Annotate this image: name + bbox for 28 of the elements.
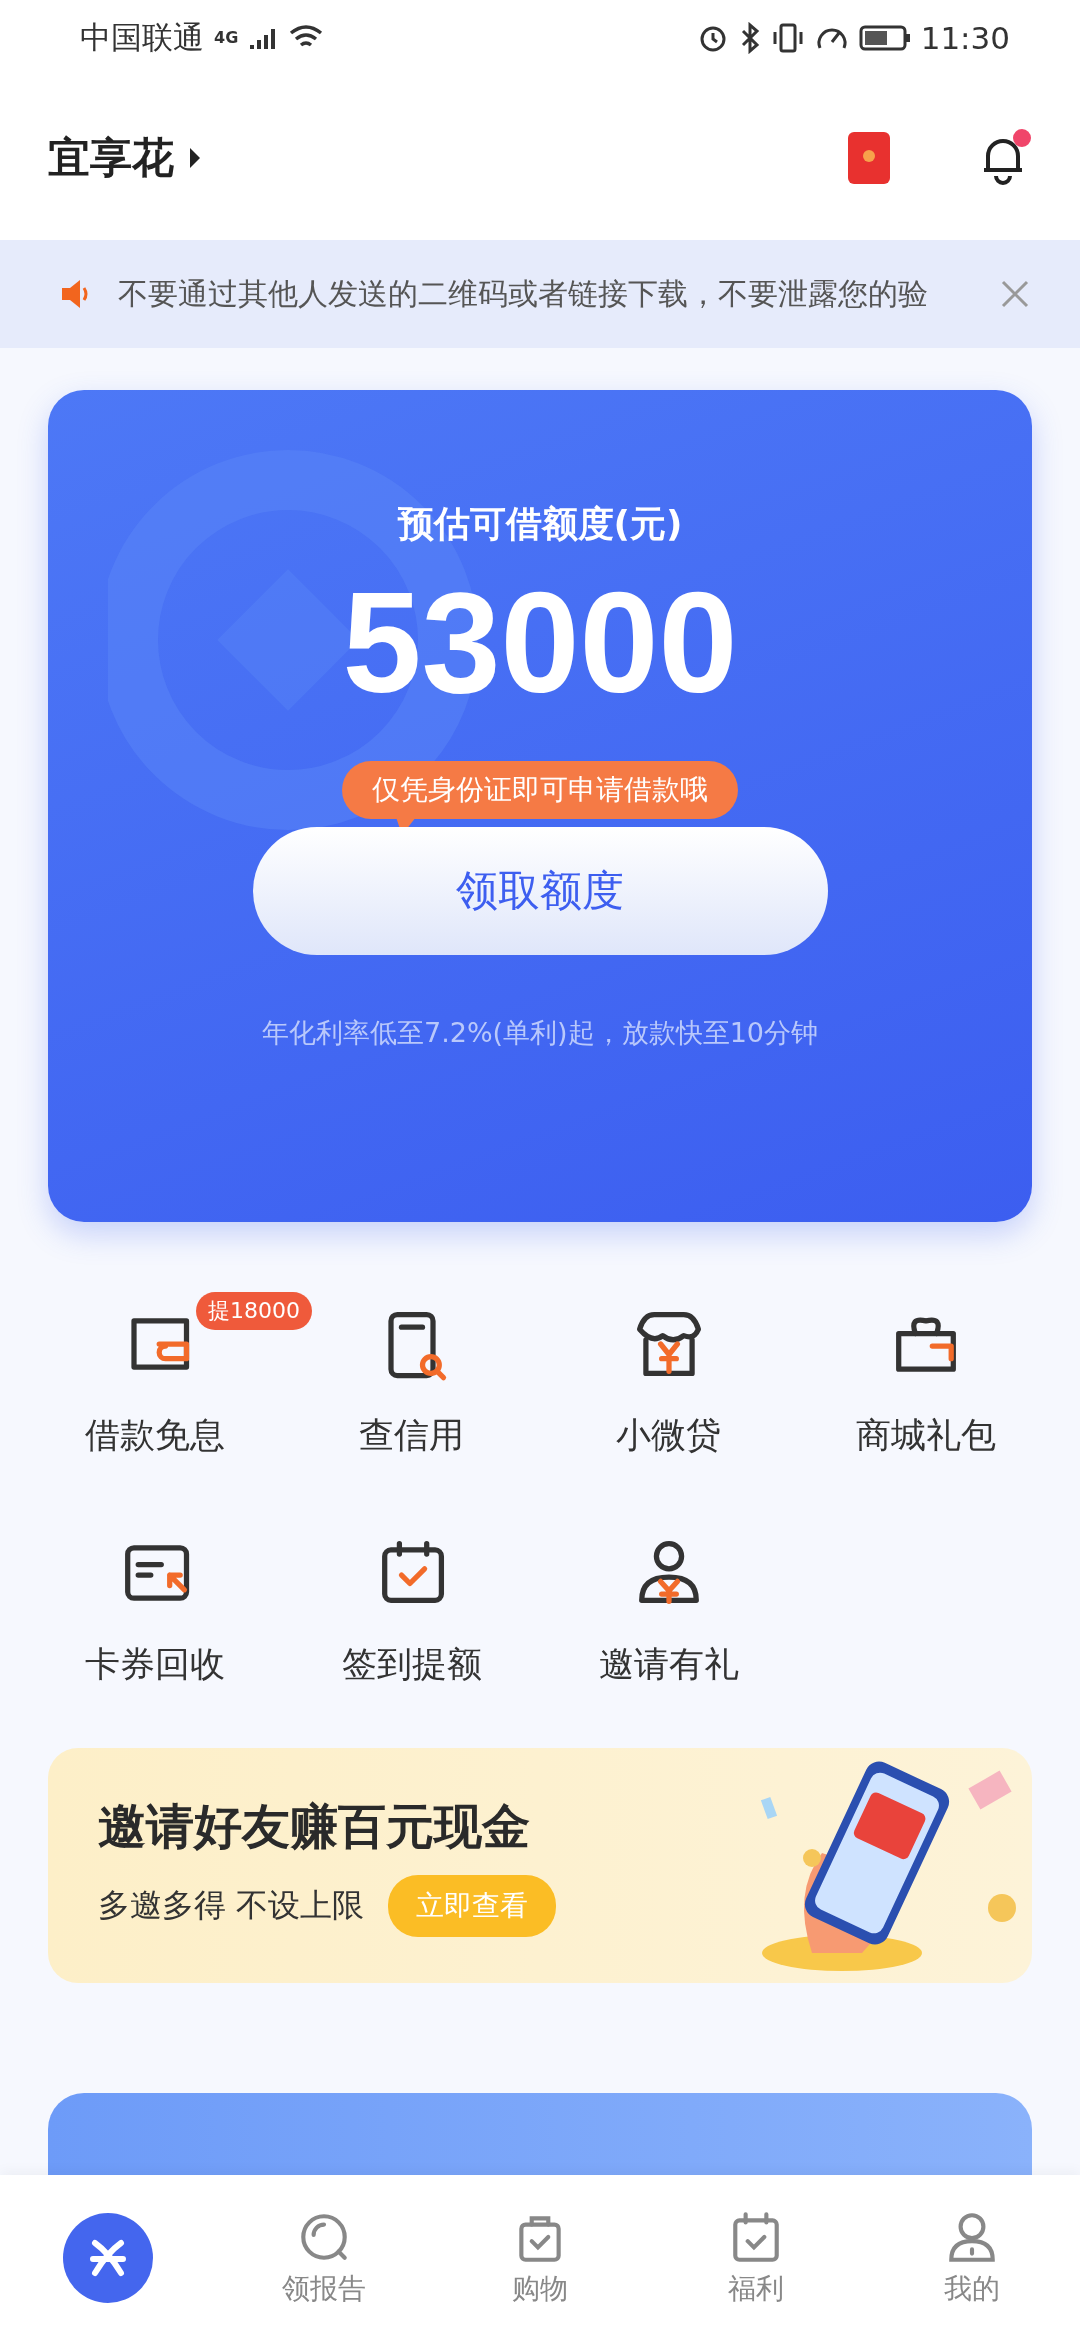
- app-title[interactable]: 宜享花: [48, 129, 174, 186]
- limit-badge: 提18000: [196, 1292, 312, 1330]
- service-label[interactable]: 小微贷: [616, 1412, 721, 1459]
- caret-icon[interactable]: [188, 145, 202, 170]
- nav-tab[interactable]: 购物: [460, 2207, 620, 2308]
- nav-tab[interactable]: 领报告: [244, 2207, 404, 2308]
- promo-banner[interactable]: 邀请好友赚百元现金 多邀多得 不设上限 立即查看: [48, 1748, 1032, 1983]
- carrier-name: 中国联通: [80, 17, 204, 57]
- service-label[interactable]: 商城礼包: [855, 1412, 996, 1459]
- notice-text: 不要通过其他人发送的二维码或者链接下载，不要泄露您的验: [118, 274, 929, 313]
- claim-button[interactable]: 领取额度: [252, 827, 828, 956]
- service-label[interactable]: 查信用: [359, 1412, 464, 1459]
- battery-icon: [858, 23, 911, 52]
- network-type: 4G: [214, 28, 239, 47]
- credit-amount: 53000: [342, 565, 738, 722]
- service-label[interactable]: 卡券回收: [84, 1641, 225, 1688]
- rate-note: 年化利率低至7.2%(单利)起，放款快至10分钟: [262, 1016, 818, 1051]
- clock-time: 11:30: [920, 19, 1010, 56]
- credit-title: 预估可借额度(元): [397, 502, 683, 546]
- promo-title: 邀请好友赚百元现金: [98, 1796, 531, 1856]
- nav-tab[interactable]: 福利: [676, 2207, 836, 2308]
- envelope-icon[interactable]: [846, 129, 892, 186]
- service-label[interactable]: 签到提额: [341, 1641, 482, 1688]
- service-label[interactable]: 邀请有礼: [598, 1641, 739, 1688]
- nav-tab[interactable]: 我的: [892, 2207, 1052, 2308]
- tip-bubble: 仅凭身份证即可申请借款哦: [342, 761, 738, 820]
- promo-subtitle: 多邀多得 不设上限: [98, 1884, 365, 1926]
- service-label[interactable]: 借款免息: [84, 1412, 225, 1459]
